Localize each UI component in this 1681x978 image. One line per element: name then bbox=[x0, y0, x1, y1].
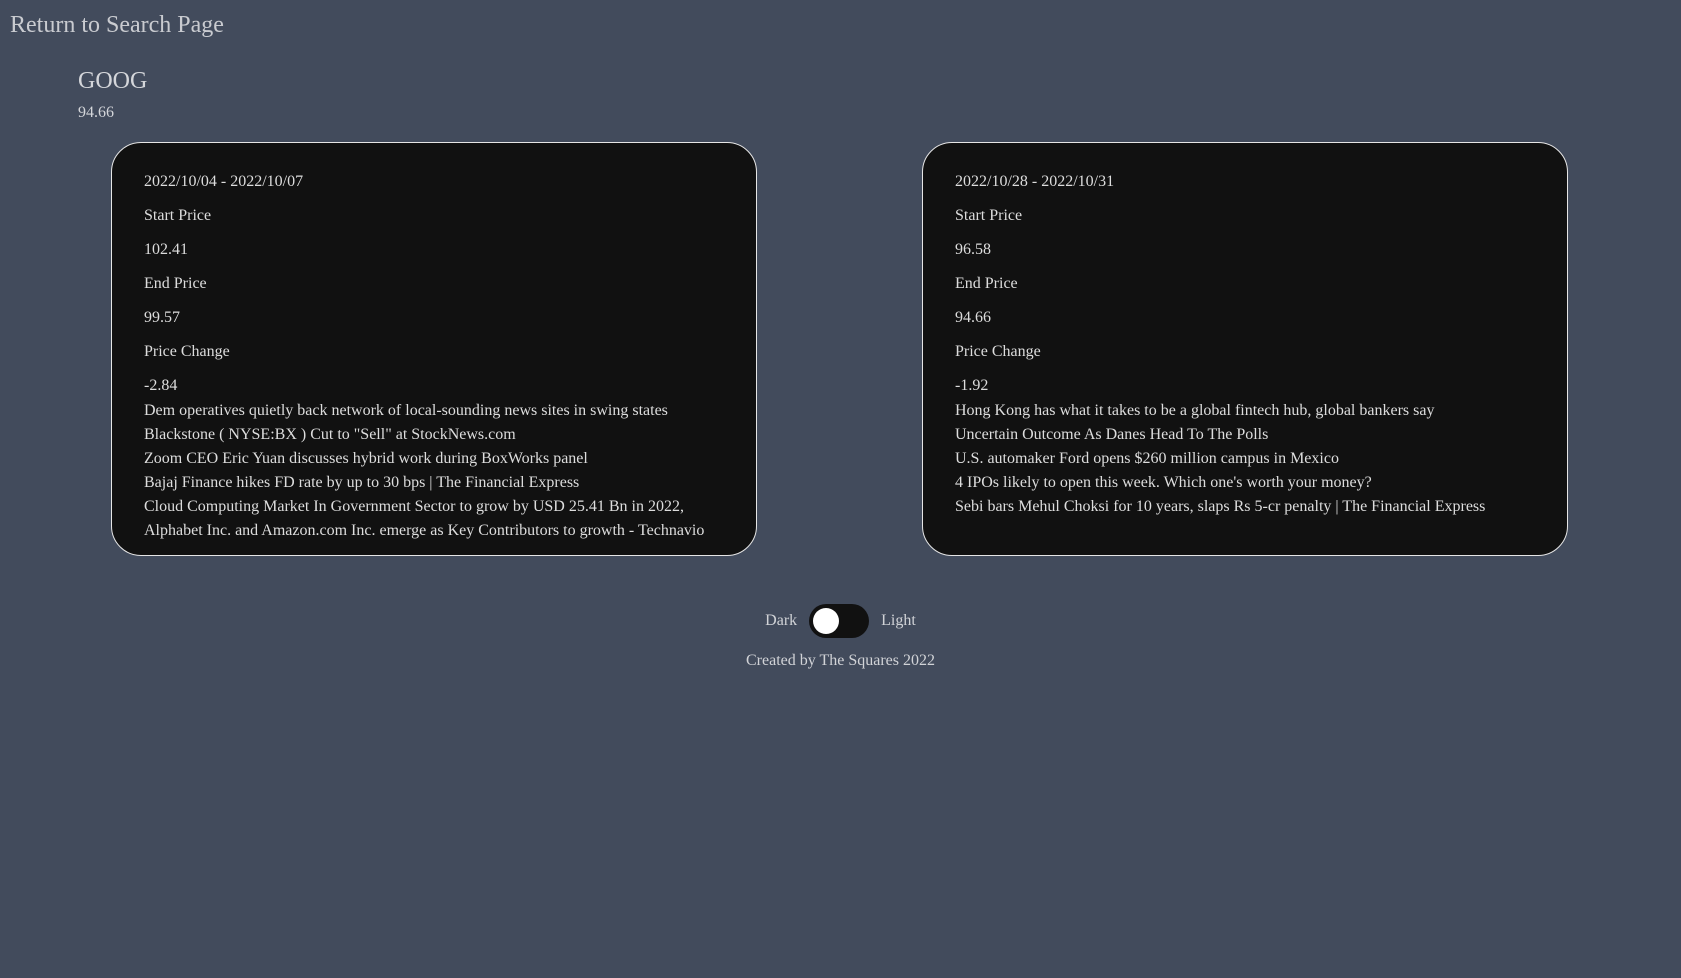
end-price-label: End Price bbox=[955, 275, 1018, 292]
news-item[interactable]: Sebi bars Mehul Choksi for 10 years, sla… bbox=[955, 495, 1537, 519]
start-price-value: 102.41 bbox=[144, 241, 188, 258]
price-change-value: -1.92 bbox=[955, 377, 989, 394]
news-item[interactable]: Uncertain Outcome As Danes Head To The P… bbox=[955, 423, 1537, 447]
news-item[interactable]: 4 IPOs likely to open this week. Which o… bbox=[955, 471, 1537, 495]
dark-label: Dark bbox=[765, 612, 798, 629]
news-item[interactable]: Hong Kong has what it takes to be a glob… bbox=[955, 399, 1537, 423]
end-price-label: End Price bbox=[144, 275, 207, 292]
end-price-value: 94.66 bbox=[955, 309, 991, 326]
date-range: 2022/10/28 - 2022/10/31 bbox=[955, 173, 1115, 190]
end-price-value: 99.57 bbox=[144, 309, 180, 326]
footer-credit: Created by The Squares 2022 bbox=[746, 652, 935, 669]
start-price-label: Start Price bbox=[955, 207, 1023, 224]
period-card-2: 2022/10/28 - 2022/10/31 Start Price 96.5… bbox=[922, 142, 1568, 556]
price-change-label: Price Change bbox=[955, 343, 1041, 360]
start-price-label: Start Price bbox=[144, 207, 212, 224]
theme-toggle-switch[interactable] bbox=[809, 604, 870, 638]
toggle-knob bbox=[813, 608, 840, 634]
price-change-label: Price Change bbox=[144, 343, 230, 360]
news-item[interactable]: Dem operatives quietly back network of l… bbox=[144, 399, 726, 423]
news-list: Hong Kong has what it takes to be a glob… bbox=[955, 399, 1537, 519]
start-price-value: 96.58 bbox=[955, 241, 991, 258]
period-card-1: 2022/10/04 - 2022/10/07 Start Price 102.… bbox=[111, 142, 757, 556]
news-item[interactable]: Blackstone ( NYSE:BX ) Cut to "Sell" at … bbox=[144, 423, 726, 447]
news-item[interactable]: U.S. automaker Ford opens $260 million c… bbox=[955, 447, 1537, 471]
theme-toggle-group: Dark Light bbox=[0, 604, 1681, 638]
news-item[interactable]: Zoom CEO Eric Yuan discusses hybrid work… bbox=[144, 447, 726, 471]
stock-ticker: GOOG bbox=[78, 68, 148, 94]
news-list: Dem operatives quietly back network of l… bbox=[144, 399, 726, 543]
stock-current-price: 94.66 bbox=[78, 104, 114, 121]
return-to-search-link[interactable]: Return to Search Page bbox=[10, 12, 224, 39]
news-item[interactable]: Cloud Computing Market In Government Sec… bbox=[144, 495, 726, 543]
light-label: Light bbox=[881, 612, 916, 629]
date-range: 2022/10/04 - 2022/10/07 bbox=[144, 173, 304, 190]
news-item[interactable]: Bajaj Finance hikes FD rate by up to 30 … bbox=[144, 471, 726, 495]
price-change-value: -2.84 bbox=[144, 377, 178, 394]
